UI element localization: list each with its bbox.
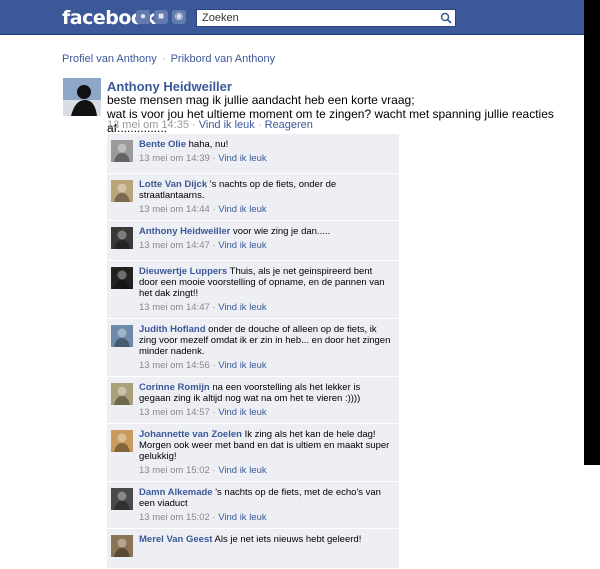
post-author-avatar[interactable] <box>63 78 101 116</box>
comment-like-link[interactable]: Vind ik leuk <box>218 512 266 523</box>
comment-timestamp: 13 mei om 14:56 <box>139 360 210 371</box>
commenter-name[interactable]: Corinne Romijn <box>139 382 210 393</box>
comment-timestamp: 13 mei om 14:47 <box>139 240 210 251</box>
friend-requests-icon[interactable]: ● <box>136 10 150 24</box>
comment-text: Als je net iets nieuws hebt geleerd! <box>214 534 362 545</box>
meta-separator: · <box>212 240 216 251</box>
notifications-icon[interactable]: ◉ <box>172 10 186 24</box>
comment-item: Dieuwertje Luppers Thuis, als je net gei… <box>107 261 399 319</box>
comment-body: Anthony Heidweiller voor wie zing je dan… <box>139 226 393 237</box>
comment-meta: 13 mei om 14:56 · Vind ik leuk <box>139 360 393 371</box>
comment-meta: 13 mei om 15:02 · Vind ik leuk <box>139 512 393 523</box>
search-box <box>196 9 456 27</box>
search-input[interactable] <box>202 11 432 25</box>
meta-separator: · <box>212 153 216 164</box>
comment-like-link[interactable]: Vind ik leuk <box>218 302 266 313</box>
comment-timestamp: 13 mei om 14:44 <box>139 204 210 215</box>
meta-separator: · <box>212 465 216 476</box>
meta-separator: · <box>257 119 262 131</box>
comment-meta: 13 mei om 14:39 · Vind ik leuk <box>139 153 393 164</box>
comment-body: Dieuwertje Luppers Thuis, als je net gei… <box>139 266 393 299</box>
search-icon[interactable] <box>440 12 452 24</box>
commenter-name[interactable]: Lotte Van Dijck <box>139 179 207 190</box>
breadcrumb-separator: · <box>161 53 166 65</box>
commenter-name[interactable]: Johannette van Zoelen <box>139 429 242 440</box>
comment-body: Corinne Romijn na een voorstelling als h… <box>139 382 393 404</box>
meta-separator: · <box>212 512 216 523</box>
comment-meta: 13 mei om 14:57 · Vind ik leuk <box>139 407 393 418</box>
meta-separator: · <box>192 119 196 131</box>
commenter-avatar[interactable] <box>111 180 133 202</box>
comment-item: Anthony Heidweiller voor wie zing je dan… <box>107 221 399 261</box>
commenter-name[interactable]: Dieuwertje Luppers <box>139 266 227 277</box>
comment-body: Merel Van Geest Als je net iets nieuws h… <box>139 534 393 545</box>
comment-list: Bente Olie haha, nu! 13 mei om 14:39 · Vi… <box>107 134 399 569</box>
top-bar: facebook ● ■ ◉ <box>0 0 600 35</box>
comment-item: Johannette van Zoelen Ik zing als het ka… <box>107 424 399 482</box>
meta-separator: · <box>212 407 216 418</box>
comment-meta: 13 mei om 14:47 · Vind ik leuk <box>139 240 393 251</box>
post-timestamp: 13 mei om 14:35 <box>107 119 189 131</box>
comment-item: Merel Van Geest Als je net iets nieuws h… <box>107 529 399 569</box>
commenter-name[interactable]: Merel Van Geest <box>139 534 212 545</box>
comment-text: voor wie zing je dan..... <box>232 226 331 237</box>
breadcrumb-profile-link[interactable]: Profiel van Anthony <box>62 53 157 65</box>
commenter-name[interactable]: Damn Alkemade <box>139 487 213 498</box>
comment-timestamp: 13 mei om 14:47 <box>139 302 210 313</box>
comment-text: haha, nu! <box>188 139 229 150</box>
commenter-avatar[interactable] <box>111 267 133 289</box>
window-edge <box>584 0 600 465</box>
comment-meta: 13 mei om 14:44 · Vind ik leuk <box>139 204 393 215</box>
post-comment-link[interactable]: Reageren <box>265 119 313 131</box>
comment-item: Lotte Van Dijck 's nachts op de fiets, o… <box>107 174 399 221</box>
breadcrumb: Profiel van Anthony · Prikbord van Antho… <box>62 53 275 65</box>
commenter-avatar[interactable] <box>111 227 133 249</box>
comment-like-link[interactable]: Vind ik leuk <box>218 407 266 418</box>
comment-timestamp: 13 mei om 15:02 <box>139 512 210 523</box>
commenter-name[interactable]: Anthony Heidweiller <box>139 226 230 237</box>
comment-like-link[interactable]: Vind ik leuk <box>218 204 266 215</box>
comment-body: Judith Hofland onder de douche of alleen… <box>139 324 393 357</box>
commenter-name[interactable]: Bente Olie <box>139 139 186 150</box>
post-meta: 13 mei om 14:35 · Vind ik leuk · Reagere… <box>107 119 313 131</box>
post-like-link[interactable]: Vind ik leuk <box>199 119 255 131</box>
comment-item: Bente Olie haha, nu! 13 mei om 14:39 · Vi… <box>107 134 399 174</box>
commenter-avatar[interactable] <box>111 535 133 557</box>
meta-separator: · <box>212 360 216 371</box>
comment-like-link[interactable]: Vind ik leuk <box>218 360 266 371</box>
comment-meta: 13 mei om 14:47 · Vind ik leuk <box>139 302 393 313</box>
comment-body: Damn Alkemade 's nachts op de fiets, met… <box>139 487 393 509</box>
commenter-avatar[interactable] <box>111 383 133 405</box>
comment-like-link[interactable]: Vind ik leuk <box>218 240 266 251</box>
comment-meta: 13 mei om 15:02 · Vind ik leuk <box>139 465 393 476</box>
post-text-line-1: beste mensen mag ik jullie aandacht heb … <box>107 93 415 107</box>
comment-item: Corinne Romijn na een voorstelling als h… <box>107 377 399 424</box>
breadcrumb-wall-link[interactable]: Prikbord van Anthony <box>171 53 276 65</box>
comment-body: Bente Olie haha, nu! <box>139 139 393 150</box>
comment-item: Judith Hofland onder de douche of alleen… <box>107 319 399 377</box>
meta-separator: · <box>212 302 216 313</box>
comment-item: Damn Alkemade 's nachts op de fiets, met… <box>107 482 399 529</box>
comment-like-link[interactable]: Vind ik leuk <box>218 153 266 164</box>
messages-icon[interactable]: ■ <box>154 10 168 24</box>
commenter-avatar[interactable] <box>111 140 133 162</box>
post-author-name[interactable]: Anthony Heidweiller <box>107 79 232 94</box>
comment-like-link[interactable]: Vind ik leuk <box>218 465 266 476</box>
comment-body: Johannette van Zoelen Ik zing als het ka… <box>139 429 393 462</box>
comment-timestamp: 13 mei om 14:57 <box>139 407 210 418</box>
commenter-avatar[interactable] <box>111 488 133 510</box>
commenter-avatar[interactable] <box>111 430 133 452</box>
comment-body: Lotte Van Dijck 's nachts op de fiets, o… <box>139 179 393 201</box>
commenter-avatar[interactable] <box>111 325 133 347</box>
commenter-name[interactable]: Judith Hofland <box>139 324 206 335</box>
comment-timestamp: 13 mei om 15:02 <box>139 465 210 476</box>
meta-separator: · <box>212 204 216 215</box>
comment-timestamp: 13 mei om 14:39 <box>139 153 210 164</box>
